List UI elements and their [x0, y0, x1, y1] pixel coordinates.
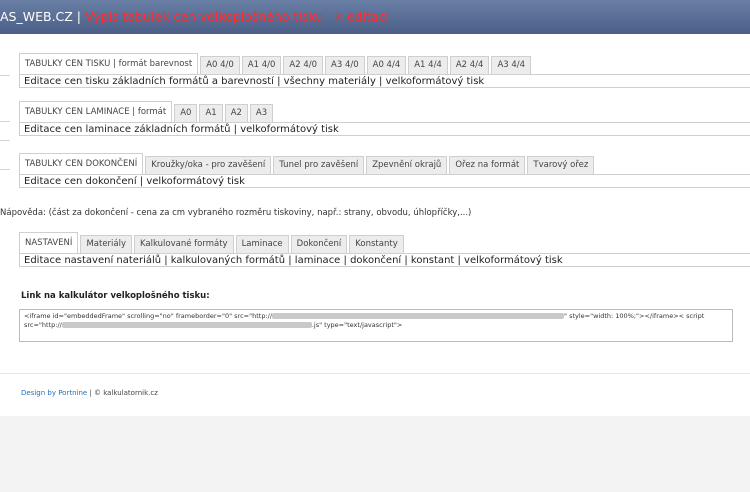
tab-a1-4-0[interactable]: A1 4/0: [241, 56, 282, 74]
embed-code-text: src="http://: [24, 321, 62, 329]
divider: [0, 75, 10, 76]
site-name: AS_WEB.CZ |: [0, 9, 82, 24]
tab-rings-eyelets[interactable]: Kroužky/oka - pro zavěšení: [145, 156, 272, 174]
tabs-settings: NASTAVENÍ Materiály Kalkulované formáty …: [19, 231, 406, 254]
design-link[interactable]: Design by Portnine: [21, 389, 87, 397]
embed-code-box[interactable]: <iframe id="embeddedFrame" scrolling="no…: [19, 309, 733, 342]
embed-code-text: " style="width: 100%;"></iframe>< script: [564, 312, 705, 320]
settings-description: Editace nastavení nateriálů | kalkulovan…: [19, 253, 750, 267]
lamination-description: Editace cen laminace základních formátů …: [19, 122, 750, 136]
tab-lam-a0[interactable]: A0: [174, 104, 198, 122]
tab-lamination-prices[interactable]: TABULKY CEN LAMINACE | formát: [19, 101, 173, 123]
tab-a3-4-0[interactable]: A3 4/0: [325, 56, 365, 74]
calculator-link-label: Link na kalkulátor velkoplošného tisku:: [21, 291, 210, 301]
embed-code-text: .js" type="text/javascript">: [311, 321, 403, 329]
tab-constants[interactable]: Konstanty: [349, 235, 404, 253]
tab-materials[interactable]: Materiály: [80, 235, 132, 253]
tab-calculated-formats[interactable]: Kalkulované formáty: [134, 235, 234, 253]
divider: [0, 121, 10, 122]
footer: Design by Portnine | © kalkulatornik.cz: [21, 389, 158, 397]
tab-print-prices[interactable]: TABULKY CEN TISKU | formát barevnost: [19, 53, 199, 75]
tab-a0-4-4[interactable]: A0 4/4: [366, 56, 407, 74]
tabs-print-prices: TABULKY CEN TISKU | formát barevnost A0 …: [19, 52, 533, 75]
tab-lam-a3[interactable]: A3: [249, 104, 274, 122]
tab-a1-4-4[interactable]: A1 4/4: [408, 56, 448, 74]
tab-a2-4-0[interactable]: A2 4/0: [283, 56, 324, 74]
tab-finishing[interactable]: Dokončení: [290, 235, 348, 253]
footer-divider: [0, 373, 750, 374]
redacted-url: [272, 313, 565, 319]
tab-hanging-tunnel[interactable]: Tunel pro zavěšení: [273, 156, 365, 174]
divider: [0, 140, 10, 141]
tab-settings[interactable]: NASTAVENÍ: [19, 232, 79, 254]
tab-a3-4-4[interactable]: A3 4/4: [491, 56, 532, 74]
tab-finishing-prices[interactable]: TABULKY CEN DOKONČENÍ: [19, 153, 144, 175]
tab-lamination[interactable]: Laminace: [235, 235, 289, 253]
tabs-lamination: TABULKY CEN LAMINACE | formát A0 A1 A2 A…: [19, 100, 275, 123]
tabs-finishing: TABULKY CEN DOKONČENÍ Kroužky/oka - pro …: [19, 152, 596, 175]
tab-format-trim[interactable]: Ořez na formát: [449, 156, 526, 174]
page-header: AS_WEB.CZ | Výpis tabulek cen velkoplošn…: [0, 9, 389, 24]
embed-code-text: <iframe id="embeddedFrame" scrolling="no…: [24, 312, 273, 320]
tab-shape-cut[interactable]: Tvarový ořez: [527, 156, 595, 174]
top-bar: AS_WEB.CZ | Výpis tabulek cen velkoplošn…: [0, 0, 750, 34]
print-description: Editace cen tisku základních formátů a b…: [19, 74, 750, 88]
empty-area: [0, 416, 750, 492]
finishing-description: Editace cen dokončení | velkoformátový t…: [19, 174, 750, 188]
divider: [0, 169, 10, 170]
tab-a0-4-0[interactable]: A0 4/0: [200, 56, 240, 74]
tab-a2-4-4[interactable]: A2 4/4: [449, 56, 490, 74]
help-text: Nápověda: (část za dokončení - cena za c…: [0, 208, 472, 218]
page-title: Výpis tabulek cen velkoplošného tisku - …: [85, 9, 389, 24]
tab-lam-a1[interactable]: A1: [199, 104, 223, 122]
tab-lam-a2[interactable]: A2: [224, 104, 248, 122]
redacted-url: [61, 322, 312, 328]
tab-edge-reinforcement[interactable]: Zpevnění okrajů: [366, 156, 448, 174]
footer-copyright: | © kalkulatornik.cz: [87, 389, 158, 397]
